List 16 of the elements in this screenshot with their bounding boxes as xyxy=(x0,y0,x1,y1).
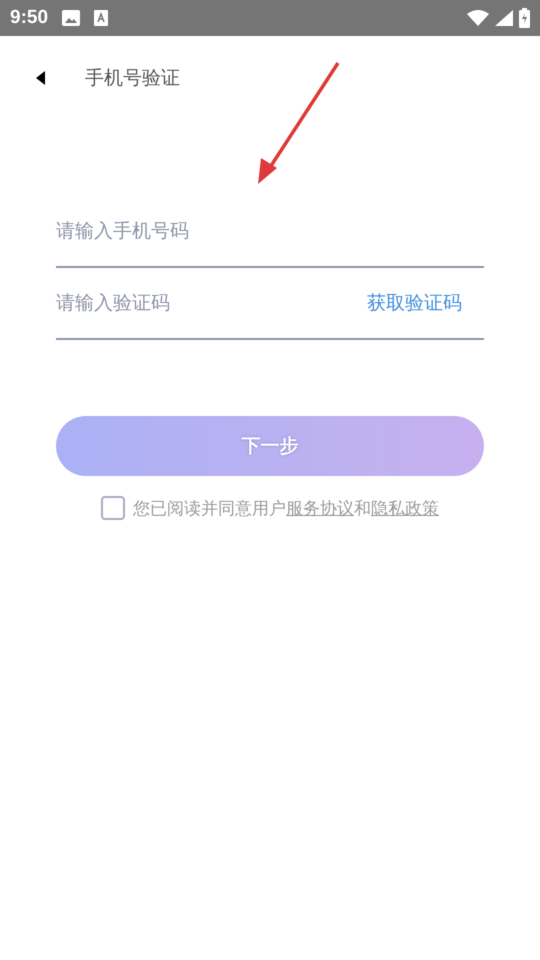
image-icon xyxy=(62,10,80,26)
signal-icon xyxy=(495,10,513,26)
back-icon[interactable] xyxy=(36,71,45,85)
text-icon xyxy=(94,10,108,26)
status-time: 9:50 xyxy=(10,7,48,29)
get-code-button[interactable]: 获取验证码 xyxy=(367,290,484,316)
annotation-arrow-icon xyxy=(255,60,341,186)
agreement-checkbox[interactable] xyxy=(101,496,125,520)
phone-field[interactable]: 请输入手机号码 xyxy=(56,220,484,242)
agreement-text: 您已阅读并同意用户服务协议和隐私政策 xyxy=(133,498,439,520)
wifi-icon xyxy=(467,10,489,26)
service-agreement-link[interactable]: 服务协议 xyxy=(286,498,354,518)
privacy-policy-link[interactable]: 隐私政策 xyxy=(371,498,439,518)
battery-icon xyxy=(519,8,530,28)
page-title: 手机号验证 xyxy=(85,66,180,91)
code-field[interactable]: 请输入验证码 xyxy=(56,292,367,314)
